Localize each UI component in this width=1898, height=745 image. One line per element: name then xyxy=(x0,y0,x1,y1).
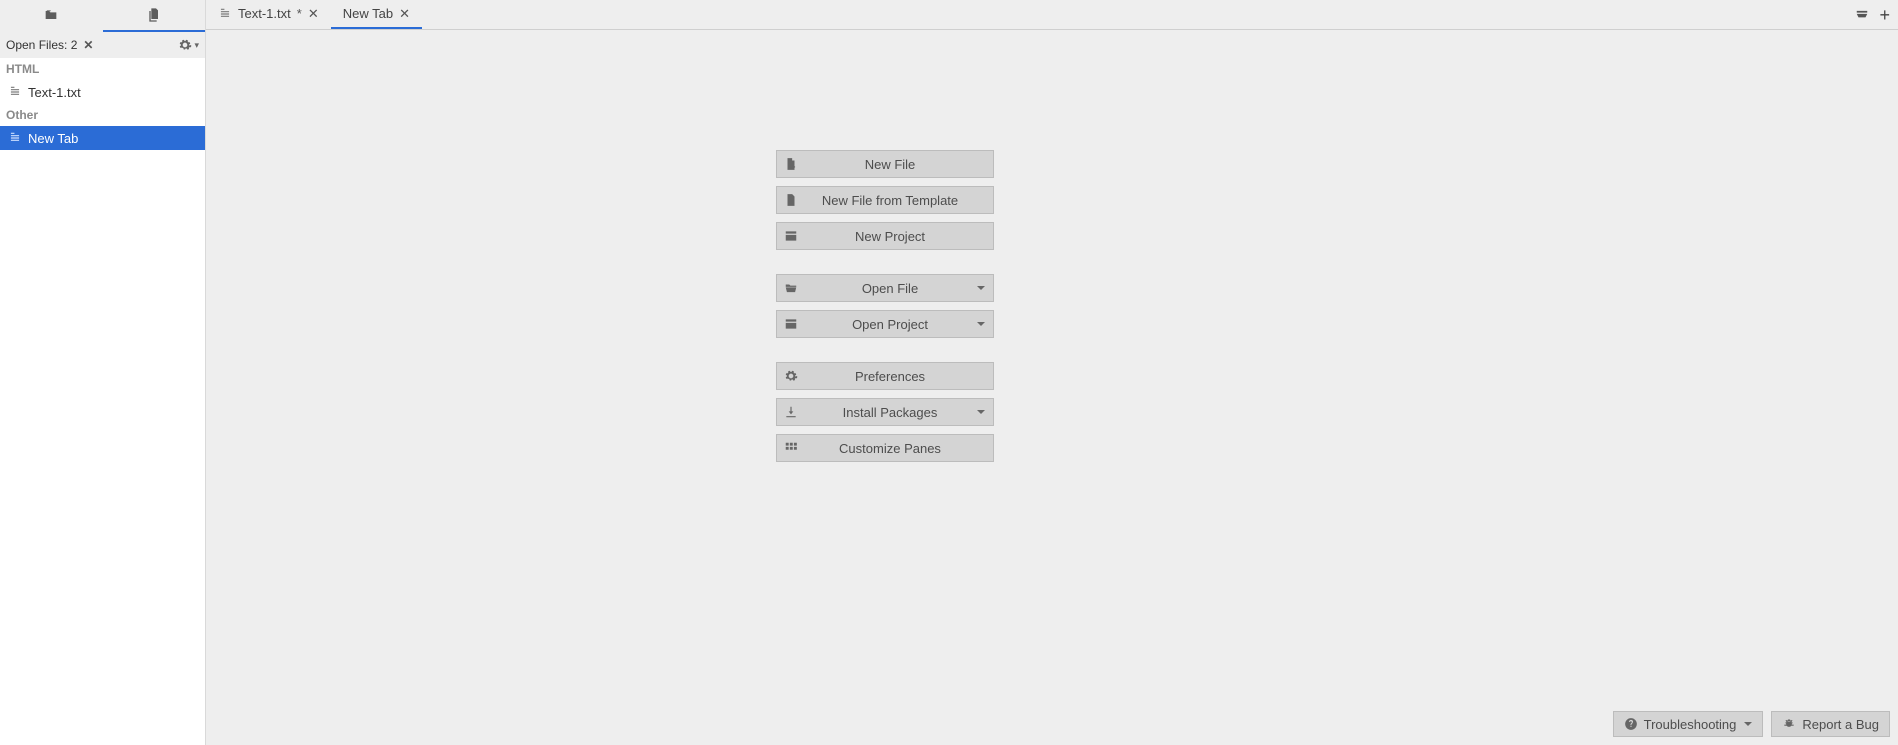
folder-open-icon xyxy=(43,7,59,23)
gear-icon xyxy=(784,369,798,383)
chevron-down-icon xyxy=(977,322,985,326)
gear-icon xyxy=(178,38,192,52)
tab-newtab[interactable]: New Tab ✕ xyxy=(331,0,422,29)
sidebar-tab-strip xyxy=(0,0,205,32)
chevron-down-icon xyxy=(1744,722,1752,726)
tab-list-icon[interactable] xyxy=(1855,8,1869,22)
troubleshooting-button[interactable]: Troubleshooting xyxy=(1613,711,1764,737)
preferences-button[interactable]: Preferences xyxy=(776,362,994,390)
report-bug-button[interactable]: Report a Bug xyxy=(1771,711,1890,737)
file-text-icon xyxy=(218,7,232,21)
start-button-stack: New File New File from Template New Proj… xyxy=(776,150,994,486)
install-packages-button[interactable]: Install Packages xyxy=(776,398,994,426)
footer-button-label: Troubleshooting xyxy=(1644,717,1737,732)
start-button-label: New Project xyxy=(805,229,993,244)
file-lines-icon xyxy=(784,193,798,207)
folder-open-icon xyxy=(784,281,798,295)
start-button-label: New File xyxy=(805,157,993,172)
file-text-icon xyxy=(8,131,22,145)
start-button-label: Open Project xyxy=(805,317,993,332)
sidebar-header: Open Files: 2 ✕ ▾ xyxy=(0,32,205,58)
tab-label: New Tab xyxy=(343,6,393,21)
start-button-label: New File from Template xyxy=(805,193,993,208)
start-page: New File New File from Template New Proj… xyxy=(206,30,1898,745)
sidebar-settings-button[interactable]: ▾ xyxy=(178,38,199,52)
start-button-label: Open File xyxy=(805,281,993,296)
sidebar-item-label: New Tab xyxy=(28,131,78,146)
tab-text1[interactable]: Text-1.txt * ✕ xyxy=(206,0,331,29)
sidebar-title: Open Files: 2 xyxy=(6,38,77,52)
project-icon xyxy=(784,317,798,331)
new-tab-button[interactable]: + xyxy=(1875,6,1894,24)
download-icon xyxy=(784,405,798,419)
tab-dirty-indicator: * xyxy=(297,6,302,21)
file-new-icon xyxy=(784,157,798,171)
tabbar-right-controls: + xyxy=(1855,0,1898,29)
sidebar-item-text1[interactable]: Text-1.txt xyxy=(0,80,205,104)
open-file-button[interactable]: Open File xyxy=(776,274,994,302)
sidebar-item-label: Text-1.txt xyxy=(28,85,81,100)
footer-buttons: Troubleshooting Report a Bug xyxy=(1613,711,1890,737)
sidebar-tab-open-files[interactable] xyxy=(103,0,206,32)
project-icon xyxy=(784,229,798,243)
file-text-icon xyxy=(8,85,22,99)
customize-panes-button[interactable]: Customize Panes xyxy=(776,434,994,462)
tab-close-button[interactable]: ✕ xyxy=(308,6,319,22)
editor-tab-bar: Text-1.txt * ✕ New Tab ✕ + xyxy=(206,0,1898,30)
start-button-label: Customize Panes xyxy=(805,441,993,456)
files-icon xyxy=(146,7,162,23)
new-file-template-button[interactable]: New File from Template xyxy=(776,186,994,214)
grid-icon xyxy=(784,441,798,455)
sidebar-section-html: HTML xyxy=(0,58,205,80)
sidebar: Open Files: 2 ✕ ▾ HTML Text-1.txt Other … xyxy=(0,0,206,745)
sidebar-section-other: Other xyxy=(0,104,205,126)
help-circle-icon xyxy=(1624,717,1638,731)
open-project-button[interactable]: Open Project xyxy=(776,310,994,338)
tab-label: Text-1.txt xyxy=(238,6,291,21)
footer-button-label: Report a Bug xyxy=(1802,717,1879,732)
chevron-down-icon xyxy=(977,410,985,414)
start-button-label: Preferences xyxy=(805,369,993,384)
new-project-button[interactable]: New Project xyxy=(776,222,994,250)
chevron-down-icon xyxy=(977,286,985,290)
sidebar-item-newtab[interactable]: New Tab xyxy=(0,126,205,150)
sidebar-close-all[interactable]: ✕ xyxy=(83,38,93,52)
sidebar-tab-places[interactable] xyxy=(0,0,103,32)
start-button-label: Install Packages xyxy=(805,405,993,420)
tab-close-button[interactable]: ✕ xyxy=(399,6,410,22)
bug-icon xyxy=(1782,717,1796,731)
main-area: Text-1.txt * ✕ New Tab ✕ + New File New … xyxy=(206,0,1898,745)
new-file-button[interactable]: New File xyxy=(776,150,994,178)
